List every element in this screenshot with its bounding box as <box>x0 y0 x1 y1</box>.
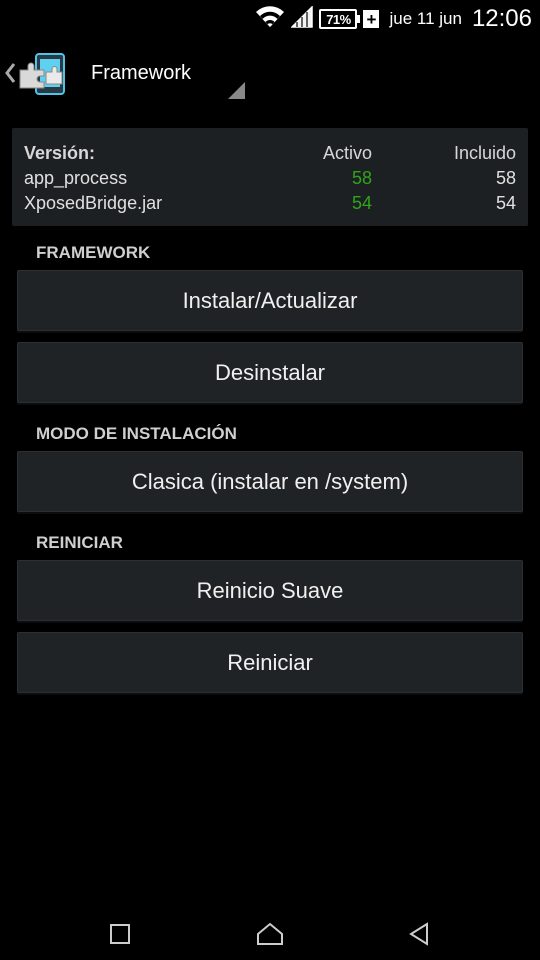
section-header-reboot: REINICIAR <box>36 533 123 552</box>
version-label: Versión: <box>24 143 96 163</box>
dropdown-triangle-icon[interactable] <box>228 82 245 99</box>
home-button[interactable] <box>250 920 290 952</box>
active-header: Activo <box>322 143 372 163</box>
status-bar: 71% + jue 11 jun 12:06 <box>0 0 540 38</box>
included-version: 58 <box>495 168 516 188</box>
version-table-header: Versión: Activo Incluido <box>12 143 528 168</box>
soft-reboot-button[interactable]: Reinicio Suave <box>17 560 523 621</box>
table-row: XposedBridge.jar 54 54 <box>12 193 528 218</box>
back-button[interactable] <box>399 920 439 952</box>
status-date: jue 11 jun <box>389 9 462 28</box>
component-name: app_process <box>24 168 128 188</box>
included-version: 54 <box>495 193 516 213</box>
active-version: 54 <box>351 193 372 213</box>
back-chevron-icon <box>4 60 16 91</box>
status-time: 12:06 <box>471 5 532 32</box>
install-mode-button[interactable]: Clasica (instalar en /system) <box>17 451 523 512</box>
back-triangle-icon <box>408 921 430 951</box>
reboot-button[interactable]: Reiniciar <box>17 632 523 693</box>
install-update-button[interactable]: Instalar/Actualizar <box>17 270 523 331</box>
signal-icon <box>290 4 314 33</box>
section-header-framework: FRAMEWORK <box>36 243 151 262</box>
xposed-puzzle-icon <box>18 52 68 96</box>
charging-icon: + <box>363 10 380 28</box>
battery-icon: 71% <box>319 9 361 29</box>
recents-button[interactable] <box>100 920 140 952</box>
action-bar: Framework <box>0 46 540 104</box>
uninstall-button[interactable]: Desinstalar <box>17 342 523 403</box>
navigation-bar <box>0 912 540 960</box>
included-header: Incluido <box>453 143 516 163</box>
battery-percent: 71% <box>319 9 358 29</box>
version-table: Versión: Activo Incluido app_process 58 … <box>12 128 528 226</box>
section-header-install-mode: MODO DE INSTALACIÓN <box>36 424 237 443</box>
component-name: XposedBridge.jar <box>24 193 163 213</box>
home-house-icon <box>256 922 284 951</box>
wifi-icon <box>255 5 285 33</box>
recents-square-icon <box>109 923 131 950</box>
table-row: app_process 58 58 <box>12 168 528 193</box>
page-title[interactable]: Framework <box>91 62 191 85</box>
active-version: 58 <box>351 168 372 188</box>
